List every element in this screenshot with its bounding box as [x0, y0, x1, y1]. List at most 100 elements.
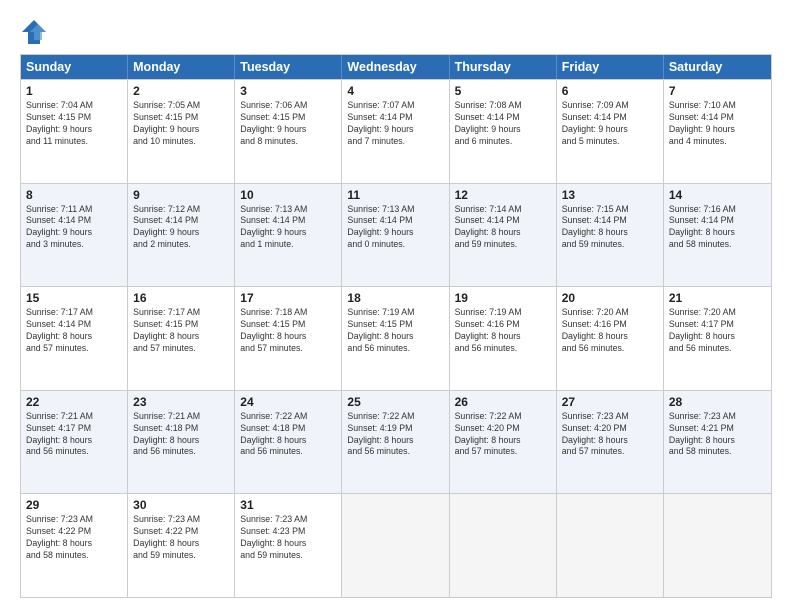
- header-day-sunday: Sunday: [21, 55, 128, 79]
- header-day-friday: Friday: [557, 55, 664, 79]
- calendar-cell-5-4: [342, 494, 449, 597]
- cell-info: Sunrise: 7:19 AM Sunset: 4:16 PM Dayligh…: [455, 307, 551, 355]
- cell-info: Sunrise: 7:22 AM Sunset: 4:18 PM Dayligh…: [240, 411, 336, 459]
- calendar-cell-2-1: 8Sunrise: 7:11 AM Sunset: 4:14 PM Daylig…: [21, 184, 128, 287]
- calendar-cell-5-2: 30Sunrise: 7:23 AM Sunset: 4:22 PM Dayli…: [128, 494, 235, 597]
- cell-info: Sunrise: 7:09 AM Sunset: 4:14 PM Dayligh…: [562, 100, 658, 148]
- calendar-cell-2-4: 11 Sunrise: 7:13 AM Sunset: 4:14 PM Dayli…: [342, 184, 449, 287]
- calendar-cell-4-7: 28 Sunrise: 7:23 AM Sunset: 4:21 PM Dayli…: [664, 391, 771, 494]
- calendar-body: 1Sunrise: 7:04 AM Sunset: 4:15 PM Daylig…: [21, 79, 771, 597]
- calendar-cell-5-6: [557, 494, 664, 597]
- cell-info: Sunrise: 7:22 AM Sunset: 4:20 PM Dayligh…: [455, 411, 551, 459]
- calendar-cell-5-3: 31 Sunrise: 7:23 AM Sunset: 4:23 PM Dayli…: [235, 494, 342, 597]
- calendar-cell-5-7: [664, 494, 771, 597]
- header-day-thursday: Thursday: [450, 55, 557, 79]
- day-number: 29: [26, 498, 122, 512]
- day-number: 14: [669, 188, 766, 202]
- day-number: 13: [562, 188, 658, 202]
- day-number: 7: [669, 84, 766, 98]
- header-day-monday: Monday: [128, 55, 235, 79]
- calendar-cell-5-1: 29 Sunrise: 7:23 AM Sunset: 4:22 PM Dayli…: [21, 494, 128, 597]
- cell-info: Sunrise: 7:23 AM Sunset: 4:21 PM Dayligh…: [669, 411, 766, 459]
- calendar-cell-4-3: 24 Sunrise: 7:22 AM Sunset: 4:18 PM Dayli…: [235, 391, 342, 494]
- calendar-row-2: 8Sunrise: 7:11 AM Sunset: 4:14 PM Daylig…: [21, 183, 771, 287]
- header-day-wednesday: Wednesday: [342, 55, 449, 79]
- cell-info: Sunrise: 7:13 AM Sunset: 4:14 PM Dayligh…: [240, 204, 336, 252]
- calendar-row-4: 22 Sunrise: 7:21 AM Sunset: 4:17 PM Dayli…: [21, 390, 771, 494]
- calendar-row-1: 1Sunrise: 7:04 AM Sunset: 4:15 PM Daylig…: [21, 79, 771, 183]
- cell-info: Sunrise: 7:07 AM Sunset: 4:14 PM Dayligh…: [347, 100, 443, 148]
- day-number: 23: [133, 395, 229, 409]
- cell-info: Sunrise: 7:23 AM Sunset: 4:22 PM Dayligh…: [133, 514, 229, 562]
- day-number: 28: [669, 395, 766, 409]
- calendar-cell-1-4: 4Sunrise: 7:07 AM Sunset: 4:14 PM Daylig…: [342, 80, 449, 183]
- calendar-cell-2-6: 13 Sunrise: 7:15 AM Sunset: 4:14 PM Dayli…: [557, 184, 664, 287]
- day-number: 6: [562, 84, 658, 98]
- header: [20, 18, 772, 46]
- day-number: 26: [455, 395, 551, 409]
- day-number: 19: [455, 291, 551, 305]
- day-number: 27: [562, 395, 658, 409]
- header-day-saturday: Saturday: [664, 55, 771, 79]
- calendar-cell-1-2: 2 Sunrise: 7:05 AM Sunset: 4:15 PM Daylig…: [128, 80, 235, 183]
- day-number: 15: [26, 291, 122, 305]
- calendar-cell-4-4: 25 Sunrise: 7:22 AM Sunset: 4:19 PM Dayli…: [342, 391, 449, 494]
- cell-info: Sunrise: 7:05 AM Sunset: 4:15 PM Dayligh…: [133, 100, 229, 148]
- cell-info: Sunrise: 7:23 AM Sunset: 4:20 PM Dayligh…: [562, 411, 658, 459]
- calendar-cell-3-3: 17Sunrise: 7:18 AM Sunset: 4:15 PM Dayli…: [235, 287, 342, 390]
- calendar-cell-3-7: 21 Sunrise: 7:20 AM Sunset: 4:17 PM Dayli…: [664, 287, 771, 390]
- calendar-row-5: 29 Sunrise: 7:23 AM Sunset: 4:22 PM Dayli…: [21, 493, 771, 597]
- day-number: 20: [562, 291, 658, 305]
- cell-info: Sunrise: 7:13 AM Sunset: 4:14 PM Dayligh…: [347, 204, 443, 252]
- cell-info: Sunrise: 7:17 AM Sunset: 4:15 PM Dayligh…: [133, 307, 229, 355]
- day-number: 12: [455, 188, 551, 202]
- day-number: 10: [240, 188, 336, 202]
- cell-info: Sunrise: 7:06 AM Sunset: 4:15 PM Dayligh…: [240, 100, 336, 148]
- day-number: 21: [669, 291, 766, 305]
- page: SundayMondayTuesdayWednesdayThursdayFrid…: [0, 0, 792, 612]
- calendar-cell-4-6: 27 Sunrise: 7:23 AM Sunset: 4:20 PM Dayli…: [557, 391, 664, 494]
- day-number: 25: [347, 395, 443, 409]
- day-number: 24: [240, 395, 336, 409]
- calendar-cell-5-5: [450, 494, 557, 597]
- calendar-cell-4-1: 22 Sunrise: 7:21 AM Sunset: 4:17 PM Dayli…: [21, 391, 128, 494]
- day-number: 16: [133, 291, 229, 305]
- cell-info: Sunrise: 7:18 AM Sunset: 4:15 PM Dayligh…: [240, 307, 336, 355]
- cell-info: Sunrise: 7:16 AM Sunset: 4:14 PM Dayligh…: [669, 204, 766, 252]
- day-number: 5: [455, 84, 551, 98]
- cell-info: Sunrise: 7:20 AM Sunset: 4:16 PM Dayligh…: [562, 307, 658, 355]
- calendar: SundayMondayTuesdayWednesdayThursdayFrid…: [20, 54, 772, 598]
- day-number: 2: [133, 84, 229, 98]
- cell-info: Sunrise: 7:20 AM Sunset: 4:17 PM Dayligh…: [669, 307, 766, 355]
- day-number: 22: [26, 395, 122, 409]
- cell-info: Sunrise: 7:23 AM Sunset: 4:23 PM Dayligh…: [240, 514, 336, 562]
- day-number: 31: [240, 498, 336, 512]
- logo: [20, 18, 52, 46]
- header-day-tuesday: Tuesday: [235, 55, 342, 79]
- day-number: 18: [347, 291, 443, 305]
- calendar-cell-1-7: 7 Sunrise: 7:10 AM Sunset: 4:14 PM Daylig…: [664, 80, 771, 183]
- cell-info: Sunrise: 7:23 AM Sunset: 4:22 PM Dayligh…: [26, 514, 122, 562]
- calendar-cell-1-3: 3 Sunrise: 7:06 AM Sunset: 4:15 PM Daylig…: [235, 80, 342, 183]
- cell-info: Sunrise: 7:10 AM Sunset: 4:14 PM Dayligh…: [669, 100, 766, 148]
- calendar-cell-3-2: 16 Sunrise: 7:17 AM Sunset: 4:15 PM Dayli…: [128, 287, 235, 390]
- calendar-cell-3-1: 15Sunrise: 7:17 AM Sunset: 4:14 PM Dayli…: [21, 287, 128, 390]
- calendar-cell-1-1: 1Sunrise: 7:04 AM Sunset: 4:15 PM Daylig…: [21, 80, 128, 183]
- calendar-cell-2-3: 10 Sunrise: 7:13 AM Sunset: 4:14 PM Dayli…: [235, 184, 342, 287]
- cell-info: Sunrise: 7:21 AM Sunset: 4:17 PM Dayligh…: [26, 411, 122, 459]
- calendar-cell-4-5: 26 Sunrise: 7:22 AM Sunset: 4:20 PM Dayli…: [450, 391, 557, 494]
- calendar-row-3: 15Sunrise: 7:17 AM Sunset: 4:14 PM Dayli…: [21, 286, 771, 390]
- calendar-cell-3-4: 18 Sunrise: 7:19 AM Sunset: 4:15 PM Dayli…: [342, 287, 449, 390]
- calendar-header: SundayMondayTuesdayWednesdayThursdayFrid…: [21, 55, 771, 79]
- cell-info: Sunrise: 7:15 AM Sunset: 4:14 PM Dayligh…: [562, 204, 658, 252]
- calendar-cell-1-6: 6 Sunrise: 7:09 AM Sunset: 4:14 PM Daylig…: [557, 80, 664, 183]
- logo-icon: [20, 18, 48, 46]
- cell-info: Sunrise: 7:19 AM Sunset: 4:15 PM Dayligh…: [347, 307, 443, 355]
- day-number: 9: [133, 188, 229, 202]
- cell-info: Sunrise: 7:21 AM Sunset: 4:18 PM Dayligh…: [133, 411, 229, 459]
- day-number: 3: [240, 84, 336, 98]
- cell-info: Sunrise: 7:11 AM Sunset: 4:14 PM Dayligh…: [26, 204, 122, 252]
- day-number: 11: [347, 188, 443, 202]
- cell-info: Sunrise: 7:22 AM Sunset: 4:19 PM Dayligh…: [347, 411, 443, 459]
- calendar-cell-1-5: 5Sunrise: 7:08 AM Sunset: 4:14 PM Daylig…: [450, 80, 557, 183]
